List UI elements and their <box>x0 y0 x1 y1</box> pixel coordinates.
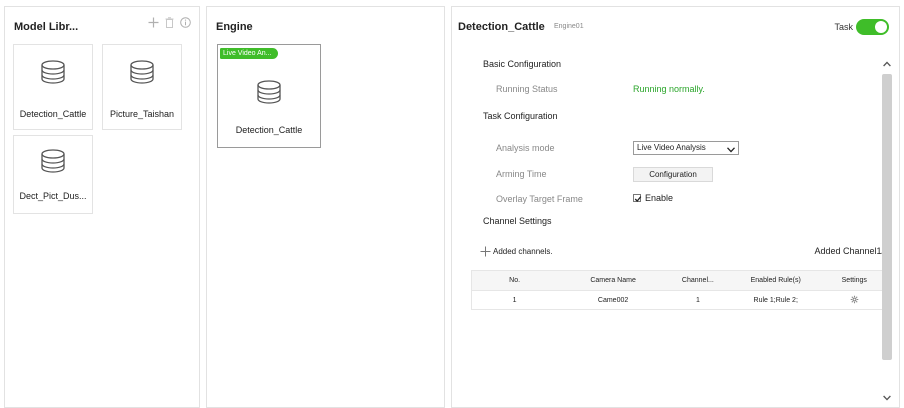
task-toggle-label: Task <box>834 22 853 32</box>
cell-enabled-rules: Rule 1;Rule 2; <box>726 290 825 310</box>
delete-icon[interactable] <box>165 17 174 28</box>
analysis-mode-value: Live Video Analysis <box>637 143 706 152</box>
configuration-button[interactable]: Configuration <box>633 167 713 182</box>
model-card-dect-pict-dus[interactable]: Dect_Pict_Dus... <box>13 135 93 214</box>
overlay-enable-label: Enable <box>645 193 674 203</box>
model-card-label: Dect_Pict_Dus... <box>19 191 87 201</box>
overlay-enable-checkbox[interactable] <box>633 194 642 202</box>
add-channel-label: Added channels. <box>493 247 553 256</box>
added-channel-count: Added Channel1/2 <box>814 246 889 256</box>
table-row[interactable]: 1 Came002 1 Rule 1;Rule 2; <box>471 290 885 310</box>
cell-settings <box>824 290 885 310</box>
engine-title: Engine <box>216 21 253 33</box>
analysis-mode-label: Analysis mode <box>496 143 555 153</box>
overlay-target-frame-label: Overlay Target Frame <box>496 194 583 204</box>
model-stack-icon <box>40 148 66 176</box>
task-configuration-heading: Task Configuration <box>483 111 558 121</box>
arming-time-label: Arming Time <box>496 169 547 179</box>
engine-card-label: Detection_Cattle <box>235 125 303 135</box>
model-card-detection-cattle[interactable]: Detection_Cattle <box>13 44 93 130</box>
column-header-camera-name[interactable]: Camera Name <box>557 270 669 291</box>
add-channel-button[interactable]: Added channels. <box>480 246 553 257</box>
engine-panel: Engine Live Video An... Detection_Cattle <box>206 6 445 408</box>
model-stack-icon <box>40 59 66 87</box>
column-header-no[interactable]: No. <box>471 270 558 291</box>
model-card-picture-taishan[interactable]: Picture_Taishan <box>102 44 182 130</box>
engine-name-label: Engine01 <box>554 23 584 30</box>
model-library-panel: Model Libr... Detection_Cattle Picture_T… <box>4 6 200 408</box>
column-header-enabled-rules[interactable]: Enabled Rule(s) <box>726 270 825 291</box>
live-video-badge: Live Video An... <box>220 48 278 59</box>
model-card-label: Detection_Cattle <box>19 109 87 119</box>
basic-configuration-heading: Basic Configuration <box>483 59 562 69</box>
checkmark-icon <box>634 196 642 202</box>
engine-model-card[interactable]: Live Video An... Detection_Cattle <box>217 44 321 148</box>
channel-settings-heading: Channel Settings <box>483 216 552 226</box>
add-icon[interactable] <box>148 17 159 28</box>
detail-panel: Detection_Cattle Engine01 Task Basic Con… <box>451 6 900 408</box>
model-card-label: Picture_Taishan <box>109 109 175 119</box>
model-stack-icon <box>256 79 282 107</box>
running-status-label: Running Status <box>496 84 558 94</box>
column-header-channel[interactable]: Channel... <box>668 270 727 291</box>
cell-camera-name: Came002 <box>557 290 669 310</box>
cell-no: 1 <box>471 290 558 310</box>
scroll-down-icon[interactable] <box>883 393 891 403</box>
info-icon[interactable] <box>180 17 191 28</box>
analysis-mode-select[interactable]: Live Video Analysis <box>633 141 739 155</box>
chevron-down-icon <box>727 145 735 157</box>
model-stack-icon <box>129 59 155 87</box>
vertical-scrollbar[interactable] <box>882 53 892 405</box>
toggle-knob <box>875 21 887 33</box>
model-library-title: Model Libr... <box>14 21 79 33</box>
cell-channel: 1 <box>668 290 727 310</box>
running-status-value: Running normally. <box>633 84 705 94</box>
channel-table: No. Camera Name Channel... Enabled Rule(… <box>471 270 885 310</box>
library-toolbar <box>148 17 191 28</box>
gear-icon[interactable] <box>850 295 859 306</box>
scrollbar-thumb[interactable] <box>882 74 892 360</box>
scroll-up-icon[interactable] <box>883 59 891 69</box>
plus-icon <box>480 246 491 257</box>
task-toggle[interactable] <box>856 19 889 35</box>
column-header-settings[interactable]: Settings <box>824 270 885 291</box>
table-header-row: No. Camera Name Channel... Enabled Rule(… <box>471 270 885 291</box>
detail-title: Detection_Cattle <box>458 21 545 33</box>
